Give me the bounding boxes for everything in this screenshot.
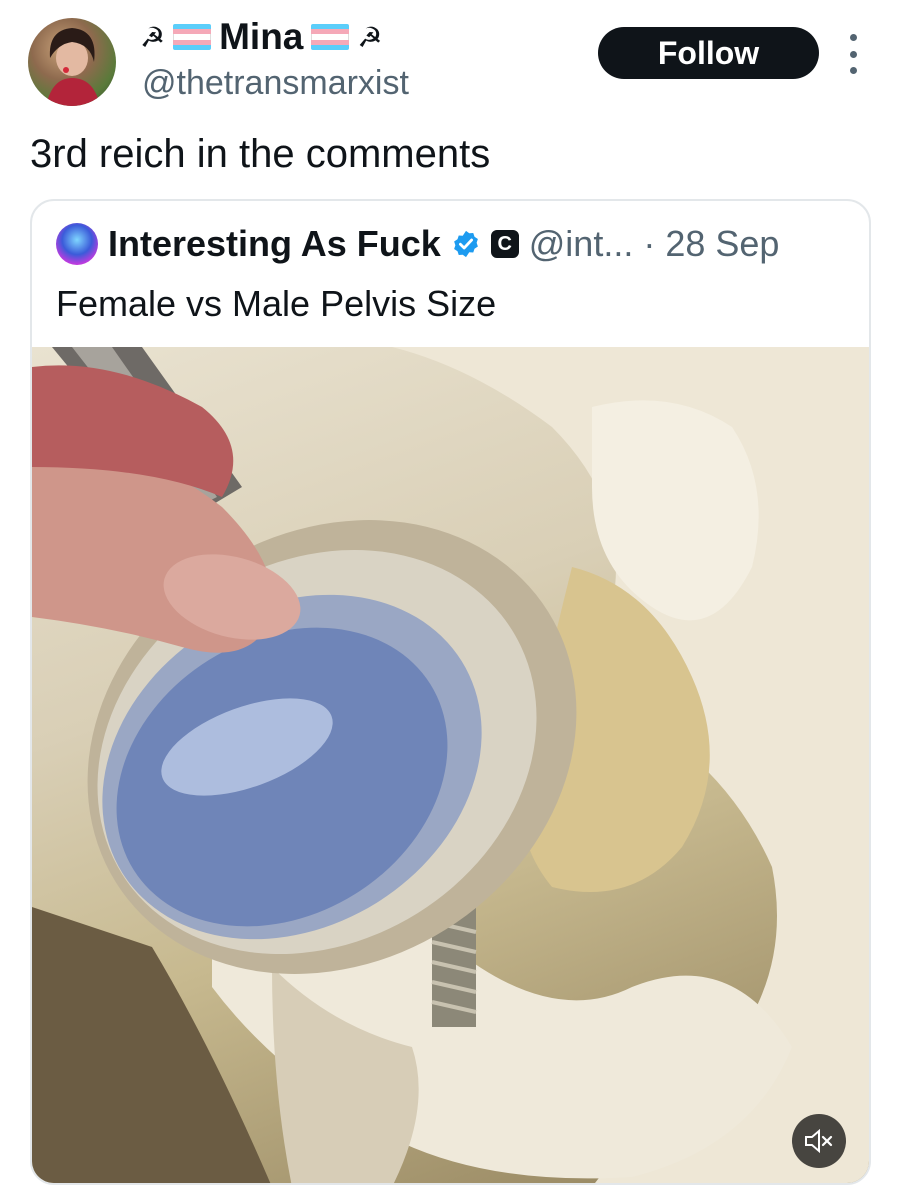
trans-flag-icon <box>173 24 212 50</box>
quoted-tweet-text: Female vs Male Pelvis Size <box>56 283 497 324</box>
tweet-header: ☭ Mina ☭ @thetransmarxist Follow <box>0 0 900 120</box>
verified-badge-icon <box>453 230 478 258</box>
author-avatar[interactable] <box>28 18 116 106</box>
more-options-icon[interactable] <box>846 34 860 74</box>
quoted-author-avatar[interactable] <box>56 223 98 265</box>
quoted-author-name[interactable]: Interesting As Fuck <box>108 223 441 265</box>
hammer-sickle-icon: ☭ <box>140 21 166 53</box>
tweet-text: 3rd reich in the comments <box>30 132 491 176</box>
mute-toggle-button[interactable] <box>792 1114 846 1168</box>
quoted-author-handle[interactable]: @int... <box>529 223 634 265</box>
author-handle[interactable]: @thetransmarxist <box>142 64 409 103</box>
quoted-tweet-date[interactable]: · 28 Sep <box>643 223 779 265</box>
follow-button[interactable]: Follow <box>598 27 819 79</box>
quoted-tweet[interactable]: Interesting As Fuck C @int... · 28 Sep F… <box>30 199 871 1185</box>
affiliate-badge-icon: C <box>490 230 519 258</box>
author-name-row[interactable]: ☭ Mina ☭ <box>140 16 383 58</box>
quoted-tweet-header: Interesting As Fuck C @int... · 28 Sep <box>56 223 779 265</box>
video-player[interactable] <box>32 347 869 1183</box>
video-frame <box>32 347 869 1183</box>
author-name[interactable]: Mina <box>219 16 303 58</box>
hammer-sickle-icon: ☭ <box>357 21 383 53</box>
trans-flag-icon <box>311 24 350 50</box>
speaker-muted-icon <box>805 1128 833 1154</box>
